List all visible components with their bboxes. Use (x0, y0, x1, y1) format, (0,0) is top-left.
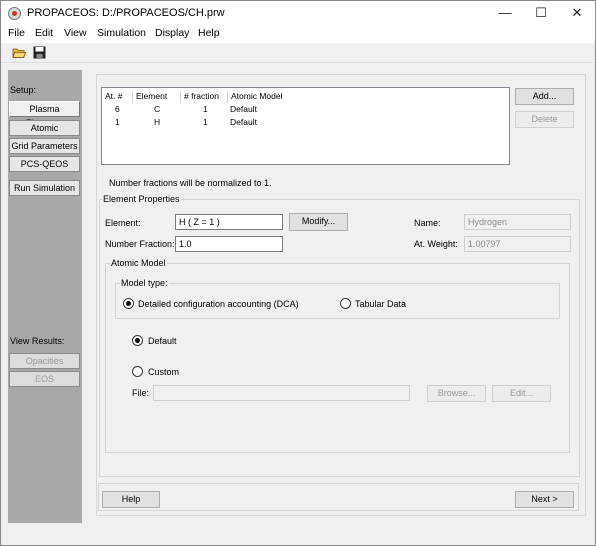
table-cell: H (154, 117, 161, 127)
menu-edit[interactable]: Edit (35, 27, 53, 39)
next-button[interactable]: Next > (515, 491, 574, 508)
edit-button[interactable]: Edit... (492, 385, 551, 402)
app-window: PROPACEOS: D:/PROPACEOS/CH.prw — ☐ ✕ Fil… (0, 0, 596, 546)
file-path-field[interactable] (153, 385, 410, 401)
window-title: PROPACEOS: D:/PROPACEOS/CH.prw (27, 7, 225, 19)
table-cell: Default (230, 104, 257, 114)
name-field: Hydrogen (464, 214, 571, 230)
default-model-label[interactable]: Default (148, 336, 177, 346)
sidebar-item-grid-parameters[interactable]: Grid Parameters (9, 138, 80, 154)
atomic-weight-label: At. Weight: (414, 239, 458, 249)
normalization-note: Number fractions will be normalized to 1… (109, 178, 272, 188)
bottom-button-bar (98, 483, 579, 511)
column-header-atomic-model[interactable]: Atomic Model (231, 91, 283, 101)
column-header-fraction[interactable]: # fraction (184, 91, 219, 101)
tabular-data-label[interactable]: Tabular Data (355, 299, 406, 309)
app-icon (8, 7, 21, 20)
setup-heading: Setup: (10, 85, 37, 95)
close-button[interactable]: ✕ (559, 1, 595, 25)
menu-bar: File Edit View Simulation Display Help (1, 25, 595, 43)
element-field[interactable]: H ( Z = 1 ) (175, 214, 283, 230)
sidebar-item-opacities[interactable]: Opacities (9, 353, 80, 369)
dca-label[interactable]: Detailed configuration accounting (DCA) (138, 299, 299, 309)
modify-button[interactable]: Modify... (289, 213, 348, 231)
table-cell: Default (230, 117, 257, 127)
save-disk-icon[interactable] (33, 46, 46, 59)
table-cell: 6 (115, 104, 120, 114)
number-fraction-field[interactable]: 1.0 (175, 236, 283, 252)
element-properties-heading: Element Properties (102, 194, 181, 204)
element-label: Element: (105, 218, 141, 228)
default-model-radio[interactable] (132, 335, 143, 346)
atomic-weight-field: 1.00797 (464, 236, 571, 252)
name-label: Name: (414, 218, 441, 228)
tabular-data-radio[interactable] (340, 298, 351, 309)
custom-model-label[interactable]: Custom (148, 367, 179, 377)
minimize-button[interactable]: — (487, 1, 523, 25)
add-button[interactable]: Add... (515, 88, 574, 105)
table-cell: 1 (203, 117, 208, 127)
sidebar: Setup: Plasma Elements Atomic Processes … (8, 70, 82, 523)
run-simulation-button[interactable]: Run Simulation (9, 180, 80, 196)
help-button[interactable]: Help (102, 491, 160, 508)
menu-file[interactable]: File (8, 27, 25, 39)
elements-table[interactable]: At. # Element # fraction Atomic Model 6 … (101, 87, 510, 165)
menu-simulation[interactable]: Simulation (97, 27, 146, 39)
menu-help[interactable]: Help (198, 27, 220, 39)
title-bar: PROPACEOS: D:/PROPACEOS/CH.prw — ☐ ✕ (1, 1, 595, 25)
number-fraction-label: Number Fraction: (105, 239, 175, 249)
sidebar-item-pcs-qeos[interactable]: PCS-QEOS (9, 156, 80, 172)
table-cell: 1 (203, 104, 208, 114)
table-cell: 1 (115, 117, 120, 127)
column-header-element[interactable]: Element (136, 91, 167, 101)
maximize-button[interactable]: ☐ (523, 1, 559, 25)
menu-display[interactable]: Display (155, 27, 189, 39)
view-results-heading: View Results: (10, 336, 65, 346)
toolbar (1, 43, 595, 63)
sidebar-item-plasma-elements[interactable]: Plasma Elements (9, 101, 80, 128)
delete-button[interactable]: Delete (515, 111, 574, 128)
browse-button[interactable]: Browse... (427, 385, 486, 402)
dca-radio[interactable] (123, 298, 134, 309)
model-type-heading: Model type: (120, 278, 169, 288)
sidebar-item-eos[interactable]: EOS (9, 371, 80, 387)
column-header-atomic-number[interactable]: At. # (105, 91, 122, 101)
table-cell: C (154, 104, 161, 114)
sidebar-item-atomic-processes[interactable]: Atomic Processes (9, 120, 80, 147)
folder-open-icon[interactable] (12, 46, 27, 59)
menu-view[interactable]: View (64, 27, 87, 39)
custom-model-radio[interactable] (132, 366, 143, 377)
file-label: File: (132, 388, 150, 398)
atomic-model-heading: Atomic Model (110, 258, 167, 268)
